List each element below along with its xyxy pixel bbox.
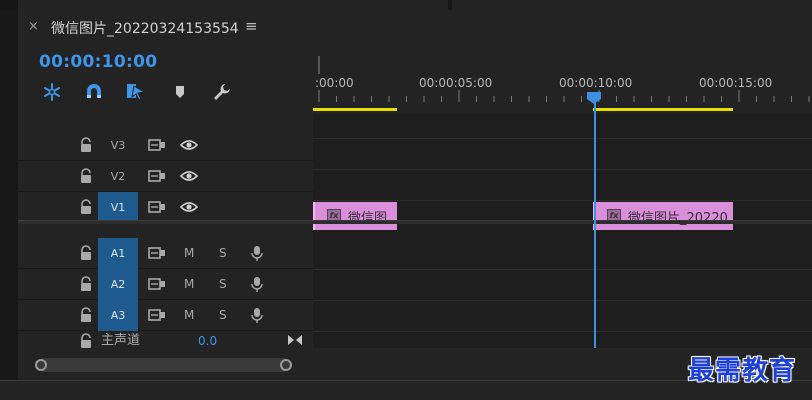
- watermark-logo: 最需教育: [688, 356, 797, 386]
- video-clip[interactable]: fx 微信图片_20220: [593, 202, 733, 230]
- sync-lock-icon[interactable]: [148, 276, 166, 292]
- ruler-label: 00:00:15:00: [699, 76, 773, 90]
- ruler-label: 00:00:05:00: [419, 76, 493, 90]
- track-header-v1[interactable]: V1: [18, 192, 313, 223]
- lane-separator: [313, 331, 812, 332]
- solo-button[interactable]: S: [219, 300, 227, 331]
- solo-button[interactable]: S: [219, 269, 227, 300]
- add-marker-icon[interactable]: [168, 80, 192, 104]
- master-track-label: 主声道: [101, 333, 141, 348]
- work-area-bar[interactable]: [593, 108, 733, 111]
- lock-icon[interactable]: [79, 137, 93, 153]
- sync-lock-icon[interactable]: [148, 245, 166, 261]
- track-header-a2[interactable]: A2 M S: [18, 269, 313, 300]
- sync-lock-icon[interactable]: [148, 137, 166, 153]
- ruler-label: 00:00:10:00: [559, 76, 633, 90]
- lock-icon[interactable]: [79, 307, 93, 323]
- panel-menu-icon[interactable]: ≡: [245, 17, 258, 35]
- sync-lock-icon[interactable]: [148, 168, 166, 184]
- zoom-scroll-left-handle[interactable]: [35, 359, 47, 371]
- track-name[interactable]: V2: [98, 161, 138, 192]
- track-header-a1[interactable]: A1 M S: [18, 238, 313, 269]
- track-name[interactable]: V3: [98, 130, 138, 161]
- track-header-v3[interactable]: V3: [18, 130, 313, 161]
- timeline-tools: [40, 80, 270, 104]
- sync-lock-icon[interactable]: [148, 307, 166, 323]
- track-name[interactable]: A3: [98, 300, 138, 331]
- left-gutter: [0, 10, 18, 380]
- track-headers: V3 V2 V1 A1 M S A2 M S A3 M S 主声道 0.0: [18, 114, 313, 348]
- lane-separator: [313, 138, 812, 139]
- video-audio-divider[interactable]: [18, 220, 812, 224]
- sync-lock-icon[interactable]: [148, 199, 166, 215]
- zoom-scroll-track[interactable]: [38, 358, 290, 372]
- playhead-handle[interactable]: [587, 92, 601, 104]
- toggle-output-eye-icon[interactable]: [179, 137, 199, 153]
- wrench-settings-icon[interactable]: [210, 80, 234, 104]
- track-header-v2[interactable]: V2: [18, 161, 313, 192]
- lane-separator: [313, 300, 812, 301]
- sequence-tab-title[interactable]: 微信图片_20220324153554: [51, 18, 239, 38]
- work-area-bar[interactable]: [313, 108, 397, 111]
- track-header-master[interactable]: 主声道 0.0: [18, 331, 313, 348]
- toggle-output-eye-icon[interactable]: [179, 168, 199, 184]
- lock-icon[interactable]: [79, 333, 93, 349]
- linked-selection-icon[interactable]: [124, 80, 148, 104]
- playhead-line[interactable]: [594, 98, 596, 348]
- lock-icon[interactable]: [79, 276, 93, 292]
- top-strip-segment: [452, 0, 812, 10]
- lock-icon[interactable]: [79, 199, 93, 215]
- ruler-label: :00:00: [315, 76, 354, 90]
- lock-icon[interactable]: [79, 245, 93, 261]
- snap-magnet-icon[interactable]: [82, 80, 106, 104]
- timeline-panel: × 微信图片_20220324153554 ≡ 00:00:10:00 :00:…: [18, 10, 812, 380]
- track-name[interactable]: V1: [98, 192, 138, 223]
- solo-button[interactable]: S: [219, 238, 227, 269]
- track-lanes[interactable]: fx 微信图 fx 微信图片_20220: [313, 114, 812, 348]
- lock-icon[interactable]: [79, 168, 93, 184]
- microphone-icon[interactable]: [248, 276, 266, 292]
- top-strip: [0, 0, 812, 10]
- go-to-out-icon[interactable]: [286, 332, 304, 348]
- video-clip[interactable]: fx 微信图: [313, 202, 397, 230]
- top-strip-segment: [18, 0, 448, 10]
- time-ruler[interactable]: :00:00 00:00:05:00 00:00:10:00 00:00:15:…: [313, 44, 812, 114]
- sequence-tab-bar: × 微信图片_20220324153554 ≡: [18, 10, 812, 44]
- ripple-edit-icon[interactable]: [40, 80, 64, 104]
- track-header-a3[interactable]: A3 M S: [18, 300, 313, 331]
- mute-button[interactable]: M: [184, 238, 194, 269]
- mute-button[interactable]: M: [184, 300, 194, 331]
- lane-separator: [313, 269, 812, 270]
- mute-button[interactable]: M: [184, 269, 194, 300]
- lane-separator: [313, 169, 812, 170]
- microphone-icon[interactable]: [248, 307, 266, 323]
- master-volume-value[interactable]: 0.0: [198, 331, 217, 348]
- microphone-icon[interactable]: [248, 245, 266, 261]
- lane-separator: [313, 200, 812, 201]
- track-name[interactable]: A2: [98, 269, 138, 300]
- close-tab-button[interactable]: ×: [28, 19, 39, 34]
- zoom-scroll-right-handle[interactable]: [280, 359, 292, 371]
- toggle-output-eye-icon[interactable]: [179, 199, 199, 215]
- track-name[interactable]: A1: [98, 238, 138, 269]
- playhead-timecode[interactable]: 00:00:10:00: [39, 52, 157, 72]
